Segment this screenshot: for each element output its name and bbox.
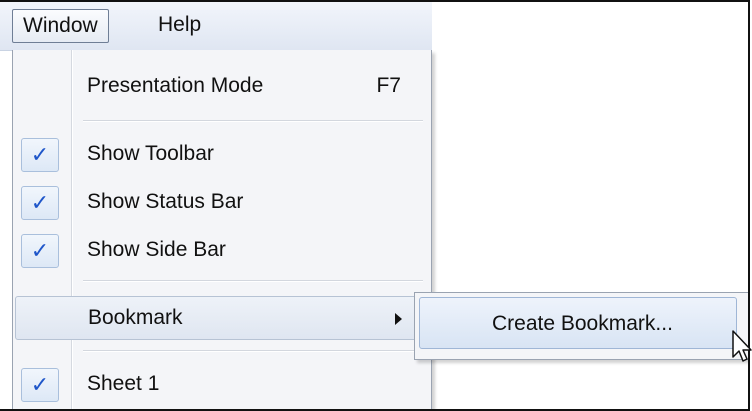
checkmark-icon: ✓ [21, 368, 59, 402]
menu-item-create-bookmark[interactable]: Create Bookmark... [419, 297, 737, 349]
arrow-pointer-icon [732, 330, 752, 362]
menu-separator [83, 280, 423, 281]
checkmark-icon: ✓ [21, 186, 59, 220]
menu-help[interactable]: Help [148, 9, 211, 41]
menu-item-show-side-bar[interactable]: ✓ Show Side Bar [15, 228, 427, 272]
shortcut-label: F7 [376, 74, 401, 97]
checkmark-icon: ✓ [21, 138, 59, 172]
chevron-right-icon [395, 313, 402, 325]
menubar: Window Help [0, 2, 432, 51]
menu-item-sheet-1[interactable]: ✓ Sheet 1 [15, 362, 427, 406]
menu-window[interactable]: Window [12, 9, 109, 43]
menu-item-label: Presentation Mode [87, 74, 264, 97]
menu-item-label: Show Toolbar [87, 142, 214, 165]
application-window: Window Help Presentation Mode F7 ✓ Show … [0, 0, 750, 411]
menu-item-label: Sheet 1 [87, 372, 160, 395]
menu-separator [83, 350, 423, 351]
menu-item-label: Create Bookmark... [492, 312, 673, 335]
menu-item-label: Show Status Bar [87, 190, 244, 213]
menu-item-bookmark[interactable]: Bookmark [15, 296, 427, 340]
bookmark-submenu: Create Bookmark... [414, 292, 748, 360]
menu-item-show-toolbar[interactable]: ✓ Show Toolbar [15, 132, 427, 176]
menu-item-label: Bookmark [88, 306, 183, 329]
menu-item-label: Show Side Bar [87, 238, 226, 261]
window-menu-dropdown: Presentation Mode F7 ✓ Show Toolbar ✓ Sh… [12, 50, 432, 409]
menu-item-presentation-mode[interactable]: Presentation Mode F7 [15, 64, 427, 108]
menu-separator [83, 120, 423, 121]
menu-item-show-status-bar[interactable]: ✓ Show Status Bar [15, 180, 427, 224]
checkmark-icon: ✓ [21, 234, 59, 268]
